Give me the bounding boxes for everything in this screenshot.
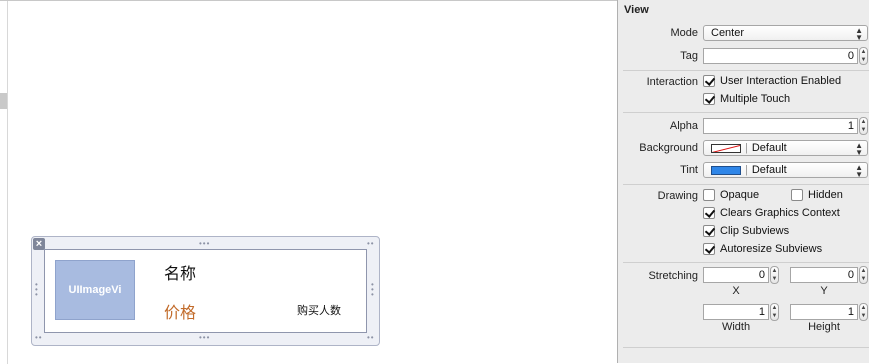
divider — [623, 347, 869, 348]
interface-builder-canvas[interactable]: × ••• •• • • • • • • •• ••• •• UIImageVi 名称 … — [0, 0, 617, 364]
image-view-placeholder[interactable]: UIImageVi — [55, 260, 135, 320]
drawing-label: Drawing — [657, 190, 698, 202]
multiple-touch-label: Multiple Touch — [720, 93, 791, 105]
background-value: Default — [751, 142, 787, 154]
stretching-width-label: Width — [721, 321, 751, 333]
multiple-touch-checkbox[interactable]: Multiple Touch — [703, 93, 790, 105]
tint-popup[interactable]: | Default ▲ ▼ — [703, 162, 868, 179]
clip-subviews-label: Clip Subviews — [720, 225, 790, 237]
popup-arrows-icon: ▲ ▼ — [855, 141, 863, 157]
attributes-inspector: View Mode Center ▲ ▼ Tag 0 ▲ ▼ Interaction… — [617, 0, 869, 363]
stretching-width-stepper[interactable]: ▲ ▼ — [770, 303, 779, 321]
hidden-checkbox[interactable]: Hidden — [791, 189, 843, 201]
stretching-height-label: Height — [808, 321, 840, 333]
stretching-x-stepper[interactable]: ▲ ▼ — [770, 266, 779, 284]
stretching-x-label: X — [732, 285, 740, 297]
resize-handle-bottom-icon[interactable]: ••• — [199, 334, 210, 342]
background-label: Background — [639, 142, 698, 154]
alpha-field[interactable]: 1 — [703, 118, 858, 134]
checkbox-unchecked-icon — [703, 189, 715, 201]
selected-table-cell[interactable]: × ••• •• • • • • • • •• ••• •• UIImageVi 名称 … — [31, 236, 380, 346]
opaque-label: Opaque — [720, 189, 760, 201]
divider — [623, 262, 869, 263]
divider — [623, 112, 869, 113]
checkbox-checked-icon — [703, 207, 715, 219]
stretching-x-field[interactable]: 0 — [703, 267, 769, 283]
resize-handle-bottom-left-icon[interactable]: •• — [35, 334, 43, 342]
resize-handle-right-icon[interactable]: • • • — [371, 281, 374, 299]
checkbox-checked-icon — [703, 93, 715, 105]
popup-arrows-icon: ▲ ▼ — [855, 26, 863, 42]
section-title: View — [624, 4, 649, 16]
tint-color-swatch-icon — [711, 165, 741, 175]
tint-label: Tint — [680, 164, 698, 176]
stretching-height-stepper[interactable]: ▲ ▼ — [859, 303, 868, 321]
canvas-edge-line — [7, 1, 8, 364]
clears-graphics-context-checkbox[interactable]: Clears Graphics Context — [703, 207, 840, 219]
user-interaction-enabled-label: User Interaction Enabled — [720, 75, 842, 87]
opaque-checkbox[interactable]: Opaque — [703, 189, 759, 201]
clear-color-swatch-icon — [711, 143, 741, 153]
canvas-edge-marker — [0, 93, 7, 109]
mode-value: Center — [711, 27, 745, 39]
hidden-label: Hidden — [808, 189, 843, 201]
stretching-height-field[interactable]: 1 — [790, 304, 858, 320]
tag-label: Tag — [680, 50, 698, 62]
stretching-y-field[interactable]: 0 — [790, 267, 858, 283]
resize-handle-left-icon[interactable]: • • • — [35, 281, 38, 299]
stretching-width-field[interactable]: 1 — [703, 304, 769, 320]
autoresize-subviews-label: Autoresize Subviews — [720, 243, 823, 255]
checkbox-checked-icon — [703, 75, 715, 87]
alpha-stepper[interactable]: ▲ ▼ — [859, 117, 868, 135]
stretching-y-stepper[interactable]: ▲ ▼ — [859, 266, 868, 284]
resize-handle-bottom-right-icon[interactable]: •• — [367, 334, 375, 342]
background-popup[interactable]: | Default ▲ ▼ — [703, 140, 868, 157]
clears-graphics-context-label: Clears Graphics Context — [720, 207, 840, 219]
name-label[interactable]: 名称 — [164, 260, 196, 284]
popup-arrows-icon: ▲ ▼ — [855, 163, 863, 179]
resize-handle-top-right-icon[interactable]: •• — [367, 240, 375, 248]
buyers-count-label[interactable]: 购买人数 — [297, 302, 341, 318]
tag-field[interactable]: 0 — [703, 48, 858, 64]
stretching-y-label: Y — [820, 285, 828, 297]
clip-subviews-checkbox[interactable]: Clip Subviews — [703, 225, 789, 237]
checkbox-checked-icon — [703, 243, 715, 255]
alpha-label: Alpha — [669, 120, 698, 132]
mode-popup[interactable]: Center ▲ ▼ — [703, 25, 868, 42]
checkbox-checked-icon — [703, 225, 715, 237]
stretching-label: Stretching — [648, 270, 698, 282]
divider — [623, 70, 869, 71]
interaction-label: Interaction — [646, 76, 698, 88]
mode-label: Mode — [670, 27, 698, 39]
autoresize-subviews-checkbox[interactable]: Autoresize Subviews — [703, 243, 822, 255]
divider — [623, 184, 869, 185]
tag-stepper[interactable]: ▲ ▼ — [859, 47, 868, 65]
cell-content-view[interactable]: UIImageVi 名称 价格 购买人数 — [44, 249, 367, 333]
tint-value: Default — [751, 164, 787, 176]
user-interaction-enabled-checkbox[interactable]: User Interaction Enabled — [703, 75, 841, 87]
price-label[interactable]: 价格 — [164, 299, 196, 323]
resize-handle-top-icon[interactable]: ••• — [199, 240, 210, 248]
checkbox-unchecked-icon — [791, 189, 803, 201]
